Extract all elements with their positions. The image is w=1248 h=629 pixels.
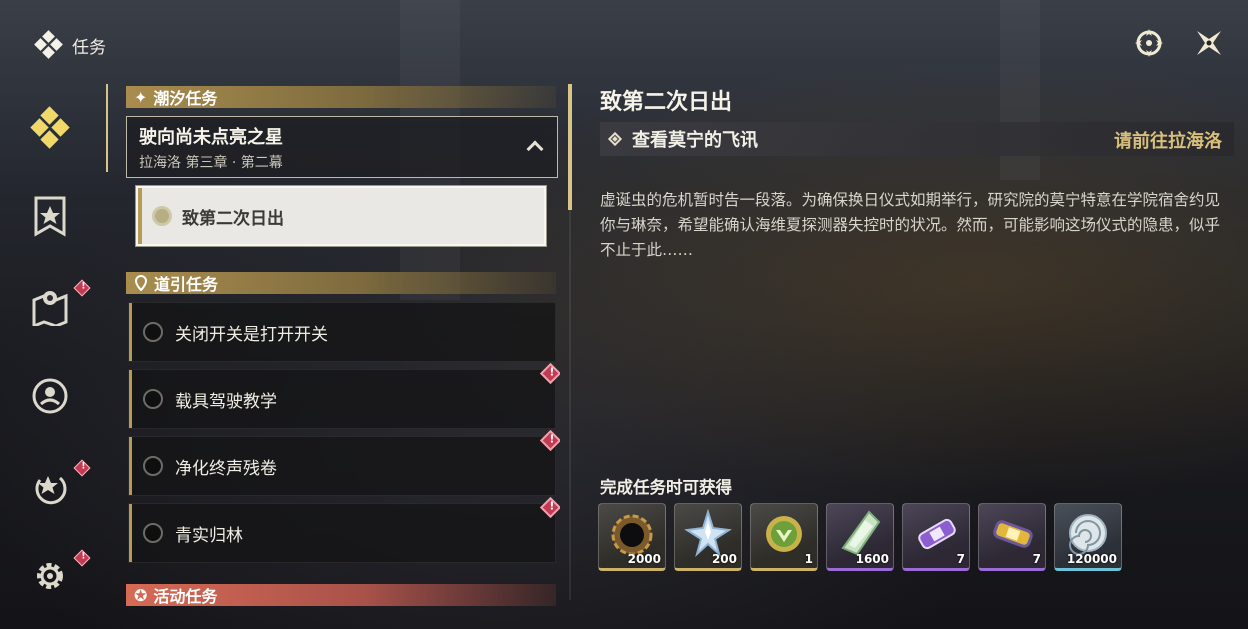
rail-item-history[interactable]: [26, 459, 91, 510]
crystal-star-icon: [684, 508, 732, 558]
section-label: 道引任务: [154, 275, 219, 294]
reward-item[interactable]: 7: [978, 503, 1046, 571]
alert-badge-icon: [73, 459, 91, 477]
sparkle-icon: ✦: [134, 87, 148, 107]
radio-icon: [143, 456, 163, 476]
section-label: 活动任务: [153, 587, 218, 606]
rewards-list: 2000 200 1 1600 7 7 120000: [598, 503, 1122, 571]
section-label: 潮汐任务: [153, 89, 218, 108]
green-crystal-icon: [841, 510, 881, 556]
close-icon: [1197, 31, 1221, 55]
page-title: 任务: [72, 37, 106, 58]
locate-button[interactable]: [1132, 26, 1166, 60]
location-pin-icon: [134, 275, 148, 291]
quest-diamond-icon: [30, 106, 70, 149]
gear-icon: [37, 563, 63, 589]
rail-item-tracking[interactable]: [26, 372, 74, 420]
left-nav-rail: [0, 80, 106, 620]
subquest-label: 致第二次日出: [182, 208, 284, 229]
quest-label: 净化终声残卷: [175, 458, 277, 479]
banner-star-icon: [34, 196, 66, 237]
story-subtitle: 拉海洛 第三章 · 第二幕: [139, 155, 283, 171]
rail-active-indicator: [106, 84, 108, 172]
story-title: 驶向尚未点亮之星: [139, 127, 283, 148]
quest-diamond-icon: [34, 30, 63, 59]
crosshair-icon: [1135, 29, 1163, 57]
quest-label: 青实归林: [175, 525, 243, 546]
rewards-title: 完成任务时可获得: [600, 478, 732, 497]
reward-item[interactable]: 7: [902, 503, 970, 571]
reward-count: 200: [711, 552, 737, 566]
map-pin-icon: [32, 291, 68, 326]
quest-label: 关闭开关是打开开关: [175, 324, 328, 345]
list-item-quest[interactable]: 净化终声残卷: [128, 429, 560, 496]
purple-canister-icon: [918, 518, 956, 550]
story-quest-card[interactable]: 驶向尚未点亮之星 拉海洛 第三章 · 第二幕: [126, 116, 558, 178]
subquest-item-selected[interactable]: 致第二次日出: [136, 186, 546, 246]
section-header-tide: ✦ 潮汐任务: [126, 86, 556, 108]
section-header-guide: 道引任务: [126, 272, 556, 294]
event-star-icon: ✪: [134, 585, 148, 605]
reward-count: 1: [804, 552, 813, 566]
close-button[interactable]: [1192, 26, 1226, 60]
alert-badge-icon: [73, 279, 91, 297]
shell-coin-icon: [1069, 514, 1107, 555]
rail-item-quests[interactable]: [26, 104, 74, 152]
alert-badge-icon: [539, 362, 560, 385]
reward-count: 2000: [627, 552, 661, 566]
radio-icon: [143, 523, 163, 543]
quest-description: 虚诞虫的危机暂时告一段落。为确保换日仪式如期举行，研究院的莫宁特意在学院宿舍约见…: [600, 191, 1221, 259]
detail-title: 致第二次日出: [600, 90, 733, 115]
star-return-icon: [35, 476, 67, 505]
objective-text: 查看莫宁的飞讯: [632, 130, 758, 151]
page-header: 任务: [34, 30, 106, 59]
objective-bar: 查看莫宁的飞讯 请前往拉海洛: [600, 122, 1234, 156]
reward-item[interactable]: 120000: [1054, 503, 1122, 571]
gold-canister-icon: [993, 520, 1033, 548]
reward-item[interactable]: 200: [674, 503, 742, 571]
objective-diamond-icon: [607, 131, 623, 147]
scrollbar-thumb[interactable]: [568, 84, 572, 210]
list-item-quest[interactable]: 载具驾驶教学: [128, 362, 560, 429]
reward-item[interactable]: 1600: [826, 503, 894, 571]
objective-goto-link[interactable]: 请前往拉海洛: [1114, 127, 1222, 153]
reward-count: 7: [956, 552, 965, 566]
rail-item-settings[interactable]: [26, 549, 91, 600]
radio-icon: [143, 322, 163, 342]
reward-count: 7: [1032, 552, 1041, 566]
target-person-icon: [32, 378, 68, 414]
quest-label: 载具驾驶教学: [175, 391, 277, 412]
reward-item[interactable]: 2000: [598, 503, 666, 571]
radio-selected-icon: [152, 206, 172, 226]
rail-item-achievements[interactable]: [26, 192, 74, 240]
radio-icon: [143, 389, 163, 409]
green-emblem-icon: [766, 516, 802, 552]
reward-count: 1600: [855, 552, 889, 566]
scrollbar-track[interactable]: [569, 210, 571, 600]
reward-count: 120000: [1066, 552, 1117, 566]
quest-list[interactable]: ✦ 潮汐任务 驶向尚未点亮之星 拉海洛 第三章 · 第二幕 致第二次日出 道引任…: [124, 86, 560, 606]
top-right-controls: [1132, 26, 1226, 60]
list-item-quest[interactable]: 青实归林: [128, 496, 560, 563]
reward-item[interactable]: 1: [750, 503, 818, 571]
alert-badge-icon: [539, 496, 560, 519]
rail-item-map[interactable]: [26, 279, 91, 330]
alert-badge-icon: [73, 549, 91, 567]
section-header-event: ✪ 活动任务: [126, 584, 556, 606]
alert-badge-icon: [539, 429, 560, 452]
dark-gear-icon: [611, 514, 653, 556]
list-item-quest[interactable]: 关闭开关是打开开关: [128, 302, 556, 362]
